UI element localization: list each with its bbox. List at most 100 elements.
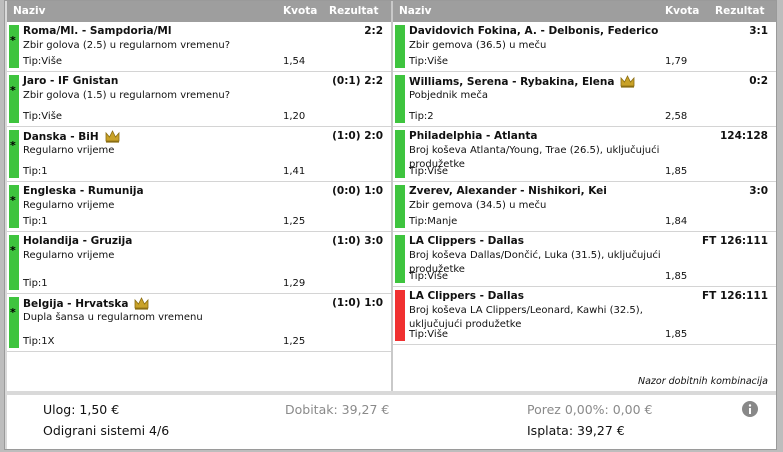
odd-value: 1,85 bbox=[665, 271, 688, 282]
bet-row[interactable]: * Engleska - Rumunija Regularno vrijeme Tip… bbox=[7, 182, 391, 232]
odd-value: 1,25 bbox=[283, 216, 306, 227]
tip-label: Tip:1 bbox=[23, 216, 48, 227]
crown-icon bbox=[105, 130, 120, 143]
result-value: 0:2 bbox=[749, 75, 768, 87]
bet-row[interactable]: Philadelphia - Atlanta Broj koševa Atlant… bbox=[393, 127, 776, 182]
match-label: Holandija - Gruzija bbox=[23, 235, 133, 247]
status-bar bbox=[9, 130, 19, 178]
market-name: Broj koševa Atlanta/Young, Trae (26.5), … bbox=[409, 145, 660, 170]
match-name: Roma/Ml. - Sampdoria/Ml bbox=[23, 25, 171, 37]
bet-row[interactable]: Davidovich Fokina, A. - Delbonis, Federi… bbox=[393, 22, 776, 72]
tip-label: Tip:Više bbox=[409, 56, 449, 67]
crown-icon bbox=[135, 297, 149, 310]
result-value: (0:1) 2:2 bbox=[332, 75, 383, 87]
market-name: Regularno vrijeme bbox=[23, 200, 115, 211]
bet-row[interactable]: Zverev, Alexander - Nishikori, Kei Zbir g… bbox=[393, 182, 776, 232]
crown-icon bbox=[621, 75, 635, 88]
match-name: LA Clippers - Dallas bbox=[409, 235, 524, 247]
left-rows: * Roma/Ml. - Sampdoria/Ml Zbir golova (2.5… bbox=[7, 22, 391, 352]
result-value: 3:1 bbox=[749, 25, 768, 37]
tip-label: Tip:2 bbox=[409, 111, 434, 122]
odd-value: 1,29 bbox=[283, 278, 306, 289]
bet-row[interactable]: Williams, Serena - Rybakina, Elena Pobjed… bbox=[393, 72, 776, 127]
status-bar bbox=[9, 75, 19, 123]
odd-value: 1,20 bbox=[283, 111, 306, 122]
match-label: Danska - BiH bbox=[23, 131, 99, 143]
col-kvota: Kvota bbox=[283, 5, 318, 17]
match-label: Williams, Serena - Rybakina, Elena bbox=[409, 76, 615, 88]
bet-row[interactable]: * Belgija - Hrvatska Dupla šansa u regular… bbox=[7, 294, 391, 352]
star-marker: * bbox=[10, 84, 16, 97]
tip-label: Tip:1 bbox=[23, 166, 48, 177]
odd-value: 1,85 bbox=[665, 329, 688, 340]
match-label: Belgija - Hrvatska bbox=[23, 298, 129, 310]
col-kvota: Kvota bbox=[665, 5, 700, 17]
result-value: (1:0) 3:0 bbox=[332, 235, 383, 247]
bet-row[interactable]: * Roma/Ml. - Sampdoria/Ml Zbir golova (2.5… bbox=[7, 22, 391, 72]
match-name: LA Clippers - Dallas bbox=[409, 290, 524, 302]
info-icon[interactable] bbox=[742, 401, 758, 417]
market-name: Pobjednik meča bbox=[409, 90, 489, 101]
status-bar bbox=[9, 297, 19, 348]
odd-value: 1,25 bbox=[283, 336, 306, 347]
left-panel: Naziv Kvota Rezultat * Roma/Ml. - Sampdor… bbox=[7, 1, 391, 391]
match-name: Belgija - Hrvatska bbox=[23, 297, 149, 310]
result-value: 124:128 bbox=[719, 130, 768, 142]
match-name: Jaro - IF Gnistan bbox=[23, 75, 118, 87]
status-bar bbox=[395, 25, 405, 68]
left-header: Naziv Kvota Rezultat bbox=[7, 1, 391, 22]
match-name: Engleska - Rumunija bbox=[23, 185, 144, 197]
bet-row[interactable]: * Jaro - IF Gnistan Zbir golova (1.5) u re… bbox=[7, 72, 391, 127]
bet-row[interactable]: LA Clippers - Dallas Broj koševa Dallas/D… bbox=[393, 232, 776, 287]
market-name: Regularno vrijeme bbox=[23, 145, 115, 156]
odd-value: 1,54 bbox=[283, 56, 306, 67]
market-name: Zbir gemova (36.5) u meču bbox=[409, 40, 547, 51]
odd-value: 1,79 bbox=[665, 56, 688, 67]
bet-row[interactable]: * Danska - BiH Regularno vrijeme Tip:1 1,41 (… bbox=[7, 127, 391, 182]
col-naziv: Naziv bbox=[13, 5, 46, 17]
match-label: Davidovich Fokina, A. - Delbonis, Federi… bbox=[409, 25, 659, 37]
tip-label: Tip:Više bbox=[409, 271, 449, 282]
match-name: Davidovich Fokina, A. - Delbonis, Federi… bbox=[409, 25, 658, 37]
status-bar bbox=[395, 75, 405, 123]
odd-value: 2,58 bbox=[665, 111, 688, 122]
result-value: (1:0) 2:0 bbox=[332, 130, 383, 142]
bet-row[interactable]: * Holandija - Gruzija Regularno vrijeme Tip… bbox=[7, 232, 391, 294]
odd-value: 1,85 bbox=[665, 166, 688, 177]
match-label: Roma/Ml. - Sampdoria/Ml bbox=[23, 25, 172, 37]
market-name: Broj koševa Dallas/Dončić, Luka (31.5), … bbox=[409, 250, 661, 275]
payout-amount: Isplata: 39,27 € bbox=[527, 423, 625, 438]
market-name: Zbir gemova (34.5) u meču bbox=[409, 200, 547, 211]
winnings-amount: Dobitak: 39,27 € bbox=[285, 402, 390, 417]
match-label: Jaro - IF Gnistan bbox=[23, 75, 119, 87]
right-panel: Naziv Kvota Rezultat Davidovich Fokina, … bbox=[393, 1, 776, 391]
right-header: Naziv Kvota Rezultat bbox=[393, 1, 776, 22]
status-bar bbox=[395, 185, 405, 228]
bet-row[interactable]: LA Clippers - Dallas Broj koševa LA Clipp… bbox=[393, 287, 776, 345]
tip-label: Tip:Manje bbox=[409, 216, 458, 227]
star-marker: * bbox=[10, 34, 16, 47]
systems-played: Odigrani sistemi 4/6 bbox=[43, 423, 170, 438]
ticket-frame: Naziv Kvota Rezultat * Roma/Ml. - Sampdor… bbox=[4, 0, 777, 450]
match-name: Zverev, Alexander - Nishikori, Kei bbox=[409, 185, 607, 197]
match-name: Holandija - Gruzija bbox=[23, 235, 132, 247]
status-bar bbox=[395, 235, 405, 283]
star-marker: * bbox=[10, 244, 16, 257]
result-value: 2:2 bbox=[364, 25, 383, 37]
match-name: Danska - BiH bbox=[23, 130, 120, 143]
result-value: (0:0) 1:0 bbox=[332, 185, 383, 197]
result-value: FT 126:111 bbox=[701, 290, 768, 302]
result-value: (1:0) 1:0 bbox=[332, 297, 383, 309]
match-label: Zverev, Alexander - Nishikori, Kei bbox=[409, 185, 607, 197]
winning-combinations-link[interactable]: Nazor dobitnih kombinacija bbox=[638, 376, 768, 387]
right-rows: Davidovich Fokina, A. - Delbonis, Federi… bbox=[393, 22, 776, 345]
market-name: Zbir golova (1.5) u regularnom vremenu? bbox=[23, 90, 231, 101]
result-value: 3:0 bbox=[749, 185, 768, 197]
tip-label: Tip:Više bbox=[23, 56, 63, 67]
market-name: Broj koševa LA Clippers/Leonard, Kawhi (… bbox=[409, 305, 643, 330]
star-marker: * bbox=[10, 306, 16, 319]
result-value: FT 126:111 bbox=[701, 235, 768, 247]
odd-value: 1,41 bbox=[283, 166, 306, 177]
tip-label: Tip:1 bbox=[23, 278, 48, 289]
star-marker: * bbox=[10, 194, 16, 207]
